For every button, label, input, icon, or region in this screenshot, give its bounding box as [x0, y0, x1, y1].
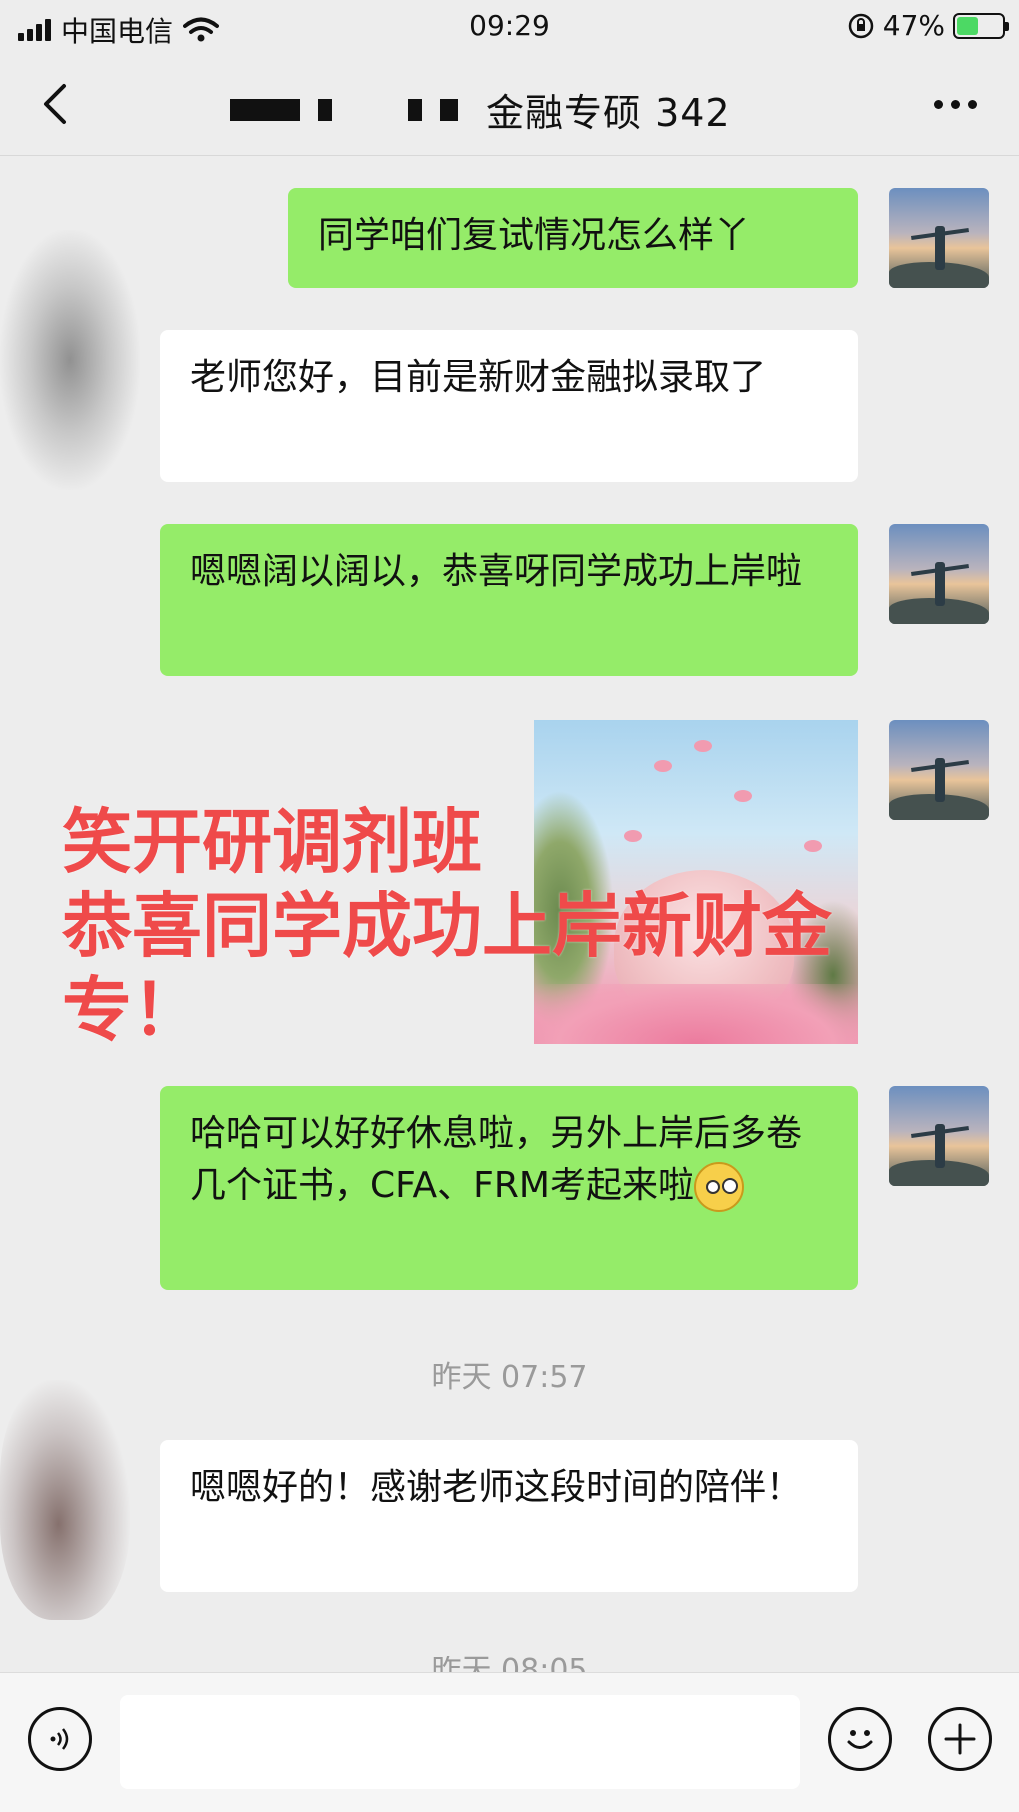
message-bubble-other[interactable]: 老师您好，目前是新财金融拟录取了: [160, 330, 858, 482]
my-avatar[interactable]: [889, 1086, 989, 1186]
redacted-block: [408, 98, 422, 121]
chat-header: 金融专硕 342: [0, 52, 1019, 156]
overlay-line-2: 恭喜同学成功上岸新财金: [62, 885, 832, 967]
message-bubble-me[interactable]: 嗯嗯阔以阔以，恭喜呀同学成功上岸啦: [160, 524, 858, 676]
emoji-icon[interactable]: [828, 1707, 892, 1771]
message-input[interactable]: [120, 1695, 800, 1789]
my-avatar[interactable]: [889, 188, 989, 288]
contact-avatar[interactable]: [0, 1380, 130, 1620]
overlay-line-3: 专！: [62, 969, 202, 1051]
plus-icon[interactable]: [928, 1707, 992, 1771]
battery-fill: [957, 16, 978, 35]
chat-timestamp: 昨天 08:05: [0, 1656, 1019, 1672]
promo-overlay-text: 笑开研调剂班 恭喜同学成功上岸新财金 专！: [62, 800, 962, 1052]
more-dots-icon[interactable]: [934, 100, 977, 109]
message-text: 嗯嗯阔以阔以，恭喜呀同学成功上岸啦: [190, 551, 803, 592]
rotation-lock-icon: [848, 13, 874, 38]
redacted-block: [440, 98, 458, 121]
battery-icon: [953, 12, 1009, 39]
chat-title: 金融专硕 342: [230, 82, 731, 137]
message-bubble-me[interactable]: 哈哈可以好好休息啦，另外上岸后多卷几个证书，CFA、FRM考起来啦: [160, 1086, 858, 1290]
contact-avatar[interactable]: [0, 230, 140, 490]
my-avatar[interactable]: [889, 524, 989, 624]
emoji-thinking-icon: [693, 1162, 744, 1212]
message-text: 同学咱们复试情况怎么样丫: [318, 215, 751, 256]
chat-timestamp: 昨天 07:57: [431, 1360, 588, 1395]
redacted-block: [318, 98, 332, 121]
status-bar: 中国电信 09:29 47%: [0, 0, 1019, 52]
redacted-space: [350, 99, 390, 121]
chat-input-bar: [0, 1672, 1019, 1812]
chat-title-text: 金融专硕 342: [486, 91, 731, 135]
message-bubble-other[interactable]: 嗯嗯好的！感谢老师这段时间的陪伴！: [160, 1440, 858, 1592]
chevron-left-icon[interactable]: [36, 80, 76, 128]
voice-icon[interactable]: [28, 1707, 92, 1771]
message-bubble-me[interactable]: 同学咱们复试情况怎么样丫: [288, 188, 858, 288]
message-text: 嗯嗯好的！感谢老师这段时间的陪伴！: [190, 1467, 803, 1508]
battery-percent: 47%: [882, 9, 945, 42]
redacted-block: [230, 98, 300, 121]
message-text: 老师您好，目前是新财金融拟录取了: [190, 357, 767, 398]
overlay-line-1: 笑开研调剂班: [62, 801, 482, 883]
status-right: 47%: [847, 9, 1009, 42]
